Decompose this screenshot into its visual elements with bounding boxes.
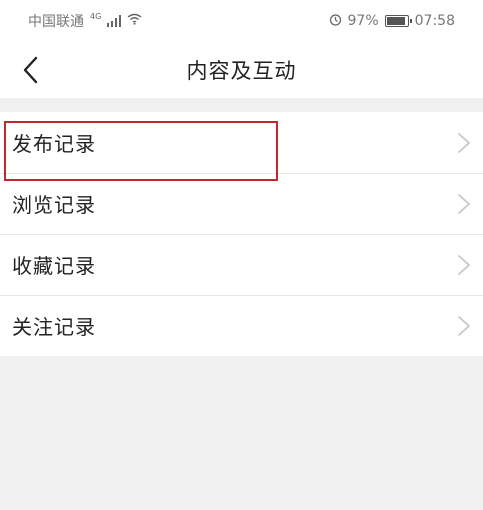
back-button[interactable] [10, 48, 50, 92]
network-type-label: 4G [90, 11, 102, 21]
wifi-icon [127, 13, 142, 29]
battery-icon [384, 15, 412, 27]
menu-list: 发布记录 浏览记录 收藏记录 关注记录 [0, 112, 483, 356]
battery-fill [386, 17, 405, 25]
status-right: 97% 07:58 [329, 13, 455, 30]
section-gap [0, 98, 483, 112]
menu-item-publish-record[interactable]: 发布记录 [0, 112, 483, 173]
clock-time: 07:58 [414, 13, 455, 29]
chevron-right-icon [458, 194, 470, 214]
menu-item-follow-record[interactable]: 关注记录 [0, 295, 483, 356]
page-title: 内容及互动 [186, 59, 297, 83]
chevron-right-icon [458, 133, 470, 153]
status-bar: 中国联通 4G 97% 07:58 [0, 0, 483, 42]
menu-item-label: 发布记录 [12, 132, 96, 156]
battery-percent: 97% [347, 13, 379, 29]
menu-item-favorite-record[interactable]: 收藏记录 [0, 234, 483, 295]
menu-item-browse-record[interactable]: 浏览记录 [0, 173, 483, 234]
menu-item-label: 关注记录 [12, 315, 96, 339]
menu-item-label: 浏览记录 [12, 193, 96, 217]
signal-icon [107, 15, 122, 27]
chevron-right-icon [458, 255, 470, 275]
screen: 中国联通 4G 97% 07:58 内容及互动 发布记录 浏览记录 收藏记录 关… [0, 0, 483, 510]
chevron-left-icon [23, 56, 38, 84]
alarm-icon [329, 13, 342, 30]
nav-bar: 内容及互动 [0, 42, 483, 98]
menu-item-label: 收藏记录 [12, 254, 96, 278]
status-left: 中国联通 4G [28, 11, 142, 31]
chevron-right-icon [458, 316, 470, 336]
carrier-label: 中国联通 [28, 14, 84, 30]
